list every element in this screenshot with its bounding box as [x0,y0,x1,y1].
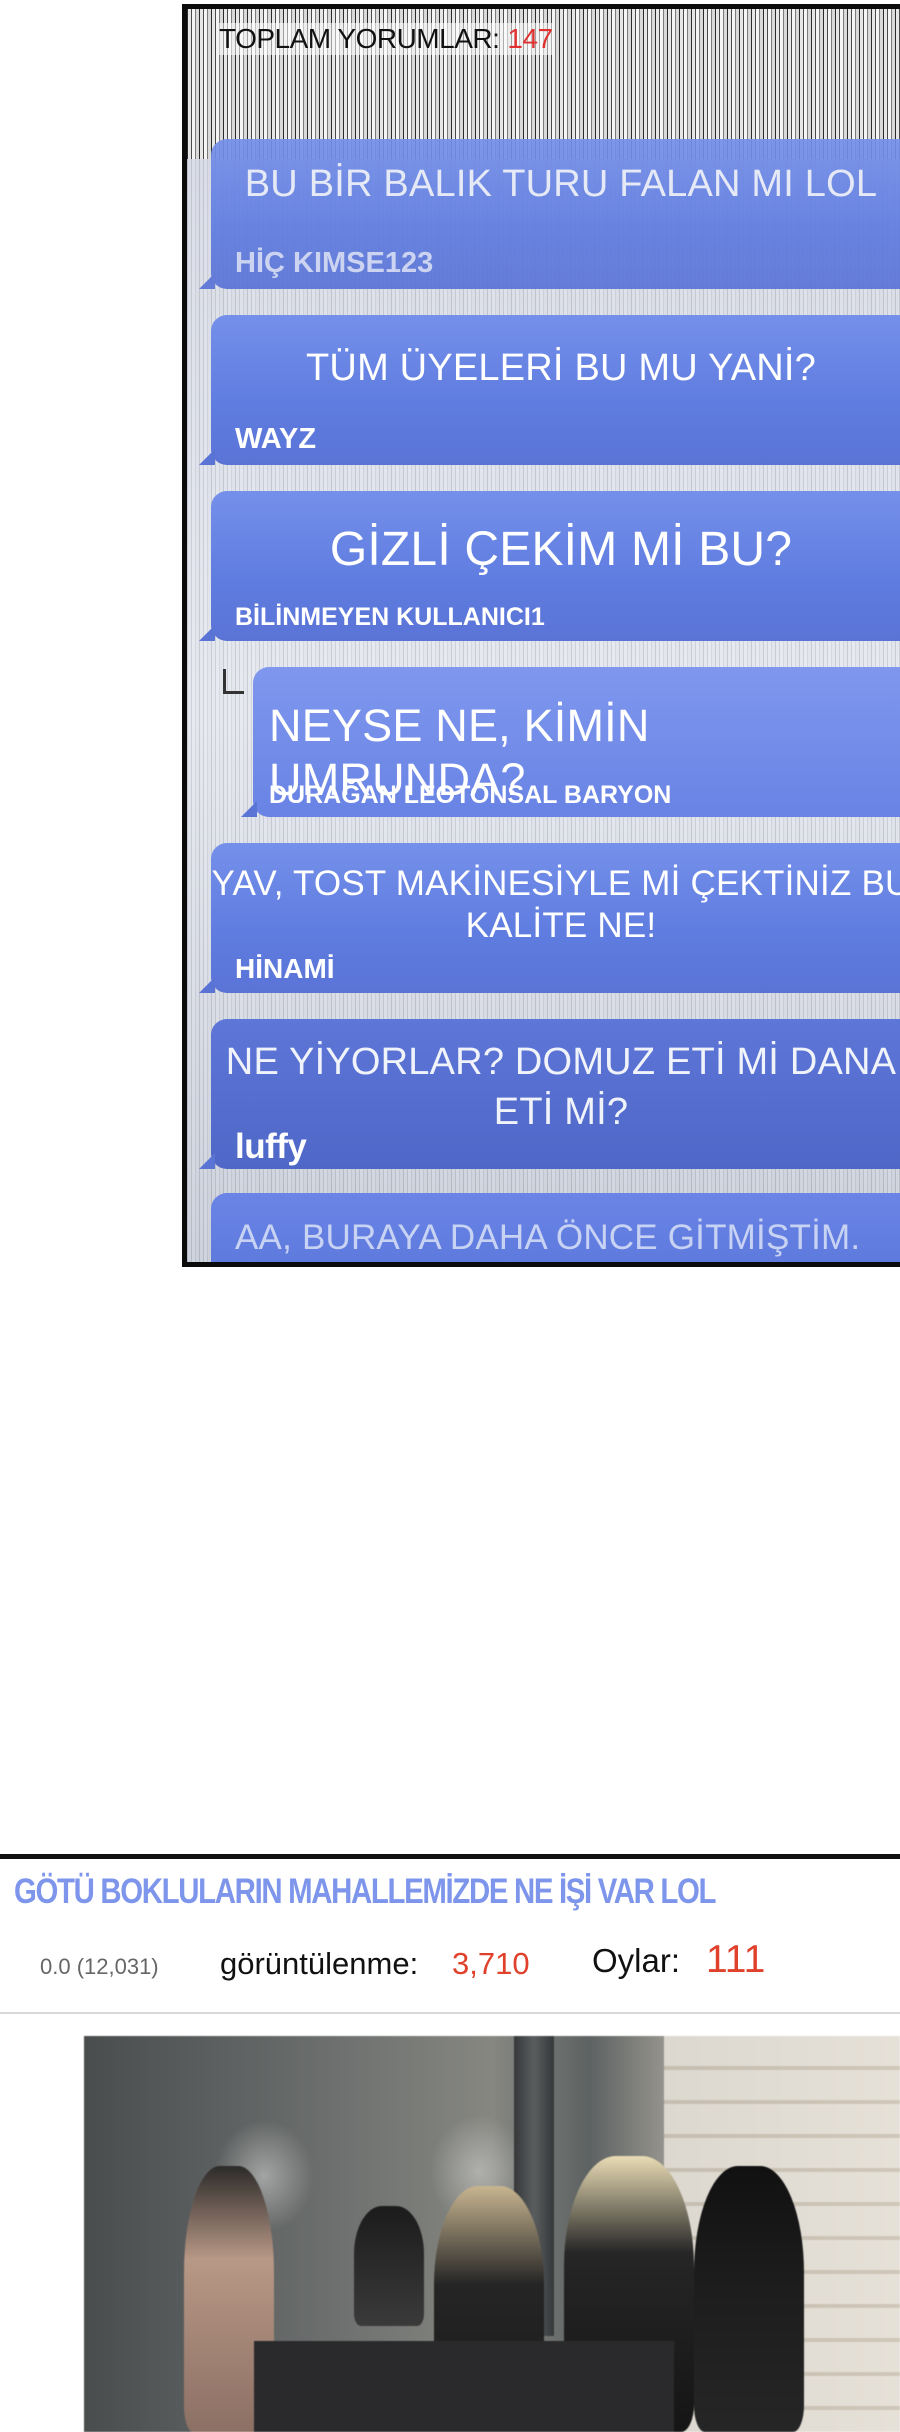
comment-bubble[interactable]: NE YİYORLAR? DOMUZ ETİ Mİ DANA ETİ Mİ? l… [199,1019,900,1169]
comment-author[interactable]: WAYZ [235,423,316,456]
table-silhouette [254,2341,674,2432]
comment-text: YAV, TOST MAKİNESİYLE Mİ ÇEKTİNİZ BU KAL… [211,864,900,945]
comment-bubble[interactable]: GİZLİ ÇEKİM Mİ BU? BİLİNMEYEN KULLANICI1 [199,491,900,641]
post-stats: 0.0 (12,031) görüntülenme: 3,710 Oylar: … [0,1936,900,1996]
comment-text: BU BİR BALIK TURU FALAN MI LOL [244,163,878,205]
comment-bubble[interactable]: BU BİR BALIK TURU FALAN MI LOL HİÇ KIMSE… [199,139,900,289]
stats-divider [0,2012,900,2014]
reply-comment-bubble[interactable]: NEYSE NE, KİMİN UMRUNDA? DURAĞAN LEOTONS… [241,667,900,817]
votes-count: 111 [706,1938,766,1981]
views-label: görüntülenme: [220,1946,419,1981]
post-title[interactable]: GÖTÜ BOKLULARIN MAHALLEMİZDE NE İŞİ VAR … [14,1872,716,1912]
views-count: 3,710 [452,1946,530,1981]
figure-silhouette [694,2166,804,2432]
reply-arrow-icon [223,669,244,694]
total-comments-header: TOPLAM YORUMLAR: 147 [219,23,553,55]
comment-author[interactable]: BİLİNMEYEN KULLANICI1 [235,603,545,632]
rating-value: 0.0 (12,031) [40,1954,159,1979]
votes-label: Oylar: [592,1942,681,1979]
total-comments-label: TOPLAM YORUMLAR: [219,23,500,54]
comment-author[interactable]: luffy [235,1127,307,1167]
comment-author[interactable]: HİÇ KIMSE123 [235,247,433,280]
comment-bubble[interactable]: AA, BURAYA DAHA ÖNCE GİTMİŞTİM. [211,1193,900,1262]
comment-bubble[interactable]: TÜM ÜYELERİ BU MU YANİ? WAYZ [199,315,900,465]
comment-text: TÜM ÜYELERİ BU MU YANİ? [306,347,816,389]
figure-silhouette [354,2206,424,2326]
section-divider [0,1854,900,1859]
comment-text: AA, BURAYA DAHA ÖNCE GİTMİŞTİM. [235,1218,861,1257]
comment-author[interactable]: DURAĞAN LEOTONSAL BARYON [269,781,671,810]
comment-bubble[interactable]: YAV, TOST MAKİNESİYLE Mİ ÇEKTİNİZ BU KAL… [199,843,900,993]
total-comments-count: 147 [507,23,553,54]
post-thumbnail-image[interactable] [84,2036,900,2432]
comment-text: NE YİYORLAR? DOMUZ ETİ Mİ DANA ETİ Mİ? [225,1041,897,1133]
comments-panel: TOPLAM YORUMLAR: 147 BU BİR BALIK TURU FA… [182,4,900,1267]
comment-author[interactable]: HİNAMİ [235,953,335,985]
comment-text: GİZLİ ÇEKİM Mİ BU? [329,523,793,576]
